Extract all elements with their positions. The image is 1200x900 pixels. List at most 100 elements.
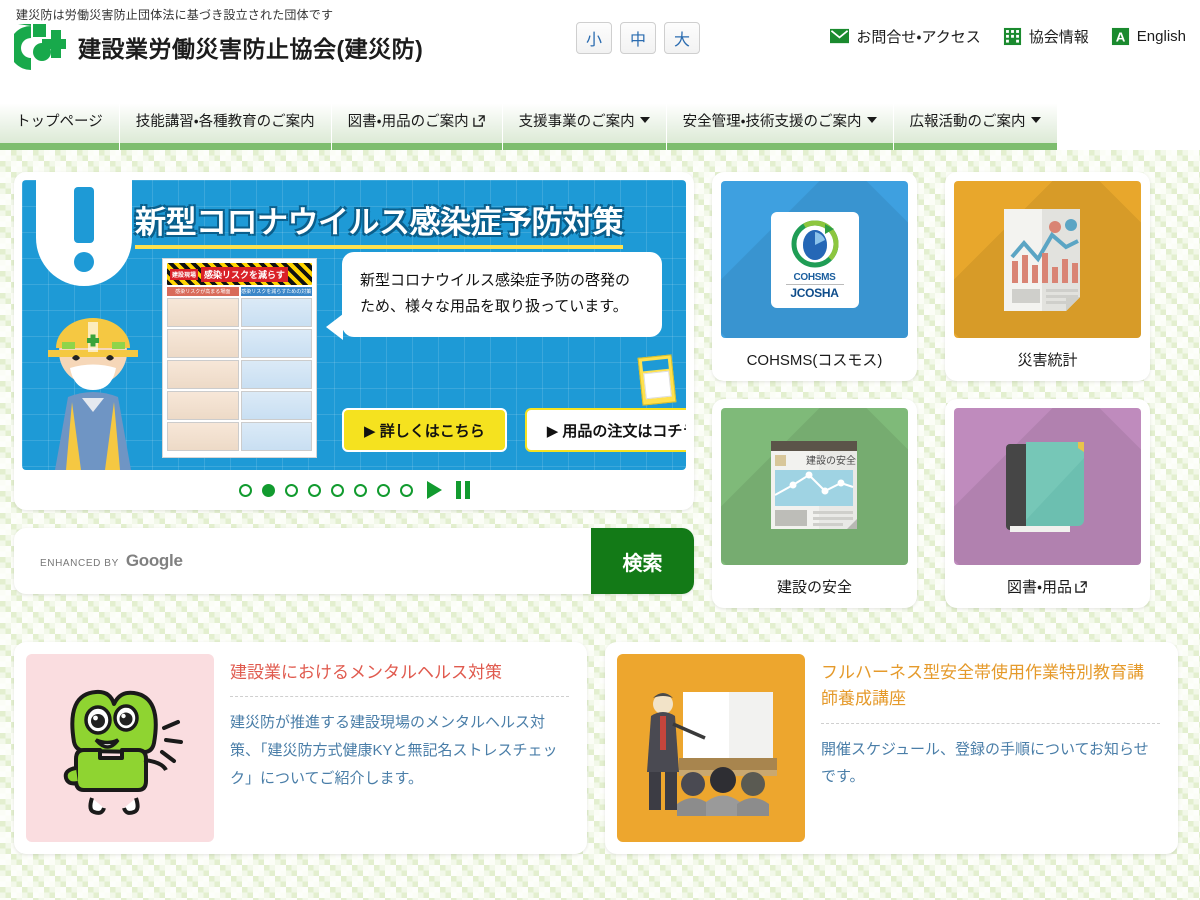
tile-statistics-caption: 災害統計 (1017, 352, 1078, 369)
carousel-dot-8[interactable] (399, 483, 413, 497)
building-icon (1003, 27, 1021, 46)
tile-books-caption: 図書・用品 (954, 565, 1141, 608)
google-branding: ENHANCED BY Google (40, 551, 183, 571)
search-input[interactable]: ENHANCED BY Google (14, 528, 591, 594)
tile-safety-caption: 建設の安全 (776, 579, 852, 596)
contact-access-link[interactable]: お問合せ・アクセス (830, 26, 981, 47)
exclamation-icon (36, 180, 132, 286)
chevron-down-icon (639, 117, 650, 123)
card-divider (230, 696, 569, 698)
cohsms-logo-icon: COHSMS JCOSHA (770, 211, 859, 308)
tile-books-label: 図書・用品 (1006, 579, 1073, 596)
flyer-illustration (637, 354, 677, 406)
nav-item-top[interactable]: トップページ (0, 90, 120, 150)
font-size-controls: 小 中 大 (576, 22, 700, 54)
poster-column-left-label: 感染リスクが高まる場面 (167, 287, 239, 296)
poster-badge: 建設現場 (170, 268, 199, 280)
carousel-slide[interactable]: 新型コロナウイルス感染症予防対策 建設現場 感染リスクを減らす 感染リスクが高ま… (22, 180, 686, 470)
statistics-document-icon (1003, 208, 1080, 311)
tile-safety-image: 建設の安全 (721, 408, 908, 565)
slide-speech-bubble: 新型コロナウイルス感染症予防の啓発のため、様々な用品を取り扱っています。 (326, 252, 662, 340)
pause-icon[interactable] (455, 481, 470, 499)
play-icon[interactable] (426, 481, 442, 499)
association-info-link[interactable]: 協会情報 (1003, 26, 1089, 47)
enhanced-by-label: ENHANCED BY (40, 558, 119, 569)
font-size-large-button[interactable]: 大 (664, 22, 700, 54)
carousel-dot-3[interactable] (284, 483, 298, 497)
card-full-harness-thumb (617, 654, 805, 842)
tile-disaster-statistics[interactable]: 災害統計 (945, 172, 1150, 381)
card-mental-health-thumb (26, 654, 214, 842)
nav-label: 技能講習・各種教育のご案内 (135, 113, 315, 130)
cohsms-top-text: COHSMS (793, 271, 836, 283)
nav-label: 支援事業のご案内 (518, 113, 635, 130)
site-search: ENHANCED BY Google 検索 (14, 528, 694, 594)
tile-construction-safety[interactable]: 建設の安全 建設の安全 (712, 399, 917, 608)
tile-cohsms-image: COHSMS JCOSHA (721, 181, 908, 338)
nav-label: トップページ (16, 113, 103, 130)
english-link[interactable]: A English (1111, 27, 1186, 46)
nav-item-support-business[interactable]: 支援事業のご案内 (502, 90, 667, 150)
poster-heading: 感染リスクを減らす (201, 266, 288, 282)
tile-cohsms[interactable]: COHSMS JCOSHA COHSMS(コスモス) (712, 172, 917, 381)
nav-item-safety-management[interactable]: 安全管理・技術支援のご案内 (666, 90, 894, 150)
card-divider (821, 722, 1160, 724)
external-link-icon (472, 114, 485, 127)
font-size-small-button[interactable]: 小 (576, 22, 612, 54)
contact-access-label: お問合せ・アクセス (856, 29, 981, 46)
search-button[interactable]: 検索 (591, 528, 694, 594)
slide-title: 新型コロナウイルス感染症予防対策 (135, 197, 624, 249)
english-label: English (1136, 28, 1186, 45)
slide-cta-row: ▶ 詳しくはこちら ▶ 用品の注文はコチラ (342, 408, 686, 452)
mail-icon (830, 28, 850, 44)
card-full-harness[interactable]: フルハーネス型安全帯使用作業特別教育講師養成講座 開催スケジュール、登録の手順に… (605, 642, 1178, 854)
carousel-dot-1[interactable] (238, 483, 252, 497)
nav-label: 図書・用品のご案内 (347, 113, 469, 130)
font-size-medium-button[interactable]: 中 (620, 22, 656, 54)
hero-carousel: 新型コロナウイルス感染症予防対策 建設現場 感染リスクを減らす 感染リスクが高ま… (14, 172, 694, 510)
classroom-lecture-icon (647, 692, 777, 816)
carousel-controls (22, 470, 686, 510)
card-full-harness-title: フルハーネス型安全帯使用作業特別教育講師養成講座 (821, 663, 1144, 709)
cohsms-bottom-text: JCOSHA (790, 285, 839, 300)
main-navigation: トップページ 技能講習・各種教育のご案内 図書・用品のご案内 支援事業のご案内 … (0, 90, 1200, 150)
chevron-down-icon (866, 117, 877, 123)
tile-books-image (954, 408, 1141, 565)
feature-cards: 建設業におけるメンタルヘルス対策 建災防が推進する建設現場のメンタルヘルス対策、… (14, 642, 1186, 854)
card-mental-health-text: 建災防が推進する建設現場のメンタルヘルス対策、「建災防方式健康KYと無記名ストレ… (230, 714, 558, 787)
green-mascot-character-icon (63, 689, 183, 815)
card-mental-health[interactable]: 建設業におけるメンタルヘルス対策 建災防が推進する建設現場のメンタルヘルス対策、… (14, 642, 587, 854)
poster-column-right-label: 感染リスクを減らすための対策 (240, 287, 312, 296)
masked-worker-illustration (48, 318, 138, 470)
site-tagline: 建災防は労働災害防止団体法に基づき設立された団体です (16, 8, 334, 22)
card-mental-health-title: 建設業におけるメンタルヘルス対策 (230, 663, 502, 682)
external-link-icon (1075, 581, 1087, 593)
chevron-down-icon (1030, 117, 1041, 123)
tile-cohsms-caption: COHSMS(コスモス) (746, 352, 883, 369)
tile-statistics-image (954, 181, 1141, 338)
slide-details-button[interactable]: ▶ 詳しくはこちら (342, 408, 507, 452)
nav-item-training[interactable]: 技能講習・各種教育のご案内 (119, 90, 332, 150)
book-icon (1005, 441, 1084, 532)
site-brand-name: 建設業労働災害防止協会(建災防) (78, 36, 424, 62)
tile-books-supplies[interactable]: 図書・用品 (945, 399, 1150, 608)
magazine-cover-title: 建設の安全 (806, 454, 856, 467)
google-wordmark: Google (125, 551, 183, 570)
kensaibo-cross-logo-icon (14, 24, 66, 70)
nav-item-books-supplies[interactable]: 図書・用品のご案内 (331, 90, 503, 150)
slide-order-button[interactable]: ▶ 用品の注文はコチラ (524, 408, 686, 452)
carousel-dot-6[interactable] (353, 483, 367, 497)
carousel-dot-7[interactable] (376, 483, 390, 497)
infection-poster-thumbnail: 建設現場 感染リスクを減らす 感染リスクが高まる場面 感染リスクを減らすための対… (162, 258, 317, 458)
association-info-label: 協会情報 (1028, 29, 1089, 46)
carousel-dot-4[interactable] (307, 483, 321, 497)
site-logo-link[interactable]: 建設業労働災害防止協会(建災防) (14, 22, 423, 72)
carousel-dot-5[interactable] (330, 483, 344, 497)
nav-label: 広報活動のご案内 (909, 113, 1026, 130)
nav-item-public-relations[interactable]: 広報活動のご案内 (893, 90, 1058, 150)
magazine-icon: 建設の安全 (770, 440, 857, 529)
carousel-dot-2[interactable] (261, 483, 275, 497)
main-content: 新型コロナウイルス感染症予防対策 建設現場 感染リスクを減らす 感染リスクが高ま… (0, 150, 1200, 854)
nav-label: 安全管理・技術支援のご案内 (682, 113, 862, 130)
card-full-harness-text: 開催スケジュール、登録の手順についてお知らせです。 (821, 740, 1149, 786)
